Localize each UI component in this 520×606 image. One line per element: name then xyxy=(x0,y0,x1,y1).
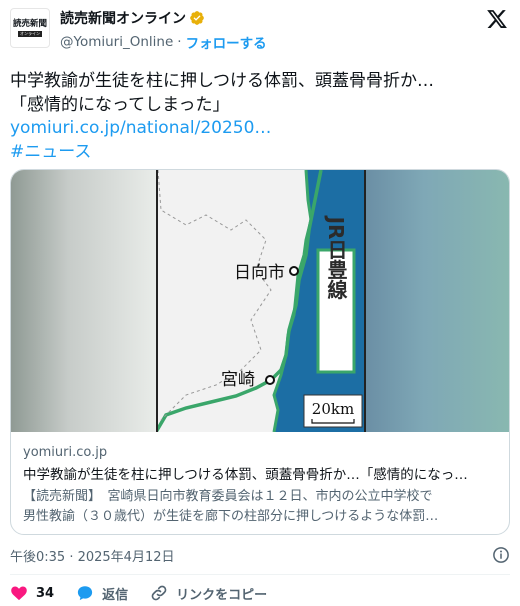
reply-bubble-icon xyxy=(77,586,93,601)
blurred-image-left xyxy=(11,170,156,432)
avatar-logo-text: 読売新聞 xyxy=(12,19,47,29)
tweet-text-line-1: 中学教諭が生徒を柱に押しつける体罰、頭蓋骨骨折か… xyxy=(10,71,434,91)
map-label-city2: 宮崎 xyxy=(221,370,255,390)
card-domain: yomiuri.co.jp xyxy=(23,445,108,460)
link-preview-card[interactable]: JR日豊線 日向市 宮崎 20km yomiuri.co.jp 中学教諭が生徒を… xyxy=(10,169,510,535)
card-meta[interactable]: yomiuri.co.jp 中学教諭が生徒を柱に押しつける体罰、頭蓋骨骨折か…「… xyxy=(11,432,509,534)
article-link[interactable]: yomiuri.co.jp/national/20250… xyxy=(10,117,510,141)
like-button[interactable]: 34 xyxy=(10,584,54,602)
card-description-line-1: 【読売新聞】 宮崎県日向市教育委員会は１２日、市内の公立中学校で xyxy=(23,489,433,504)
divider xyxy=(10,574,510,575)
card-image[interactable]: JR日豊線 日向市 宮崎 20km xyxy=(11,170,509,432)
link-icon xyxy=(151,585,167,601)
blurred-image-right xyxy=(366,170,509,432)
map-label-city1: 日向市 xyxy=(234,263,285,283)
action-bar: 34 返信 リンクをコピー xyxy=(10,583,289,603)
tweet-text: 中学教諭が生徒を柱に押しつける体罰、頭蓋骨骨折か… 「感情的になってしまった」 … xyxy=(10,70,510,164)
display-name[interactable]: 読売新聞オンライン xyxy=(60,8,186,28)
name-row: 読売新聞オンライン xyxy=(60,8,205,28)
info-icon[interactable] xyxy=(492,546,510,564)
card-title: 中学教諭が生徒を柱に押しつける体罰、頭蓋骨骨折か…「感情的になっ… xyxy=(23,467,468,483)
tweet-text-line-2: 「感情的になってしまった」 xyxy=(10,94,230,115)
reply-button[interactable]: 返信 xyxy=(76,584,128,603)
map-label-railway: JR日豊線 xyxy=(324,215,348,300)
reply-label: 返信 xyxy=(102,587,129,603)
x-logo-icon[interactable] xyxy=(486,8,508,30)
account-handle[interactable]: @Yomiuri_Online xyxy=(60,34,173,50)
avatar[interactable]: 読売新聞 オンライン xyxy=(10,8,50,48)
like-count: 34 xyxy=(36,585,55,601)
timestamp[interactable]: 午後0:35 · 2025年4月12日 xyxy=(10,550,175,565)
card-description: 【読売新聞】 宮崎県日向市教育委員会は１２日、市内の公立中学校で 男性教諭（３０… xyxy=(23,487,499,527)
card-description-line-2: 男性教諭（３０歳代）が生徒を廊下の柱部分に押しつけるような体罰… xyxy=(23,509,439,524)
copy-link-label: リンクをコピー xyxy=(176,587,268,603)
separator-dot: · xyxy=(177,34,182,50)
verified-badge-icon xyxy=(190,11,204,25)
hashtag-link[interactable]: #ニュース xyxy=(10,141,510,165)
map-scale-label: 20km xyxy=(312,400,354,418)
tweet-header: 読売新聞 オンライン 読売新聞オンライン @Yomiuri_Online · フ… xyxy=(0,0,520,56)
heart-icon xyxy=(11,586,27,601)
map-image: JR日豊線 日向市 宮崎 20km xyxy=(156,170,366,432)
follow-button[interactable]: フォローする xyxy=(186,32,267,52)
handle-row: @Yomiuri_Online · フォローする xyxy=(60,32,267,52)
timestamp-row: 午後0:35 · 2025年4月12日 xyxy=(10,546,510,566)
copy-link-button[interactable]: リンクをコピー xyxy=(150,584,267,603)
avatar-logo-subtext: オンライン xyxy=(18,31,42,37)
